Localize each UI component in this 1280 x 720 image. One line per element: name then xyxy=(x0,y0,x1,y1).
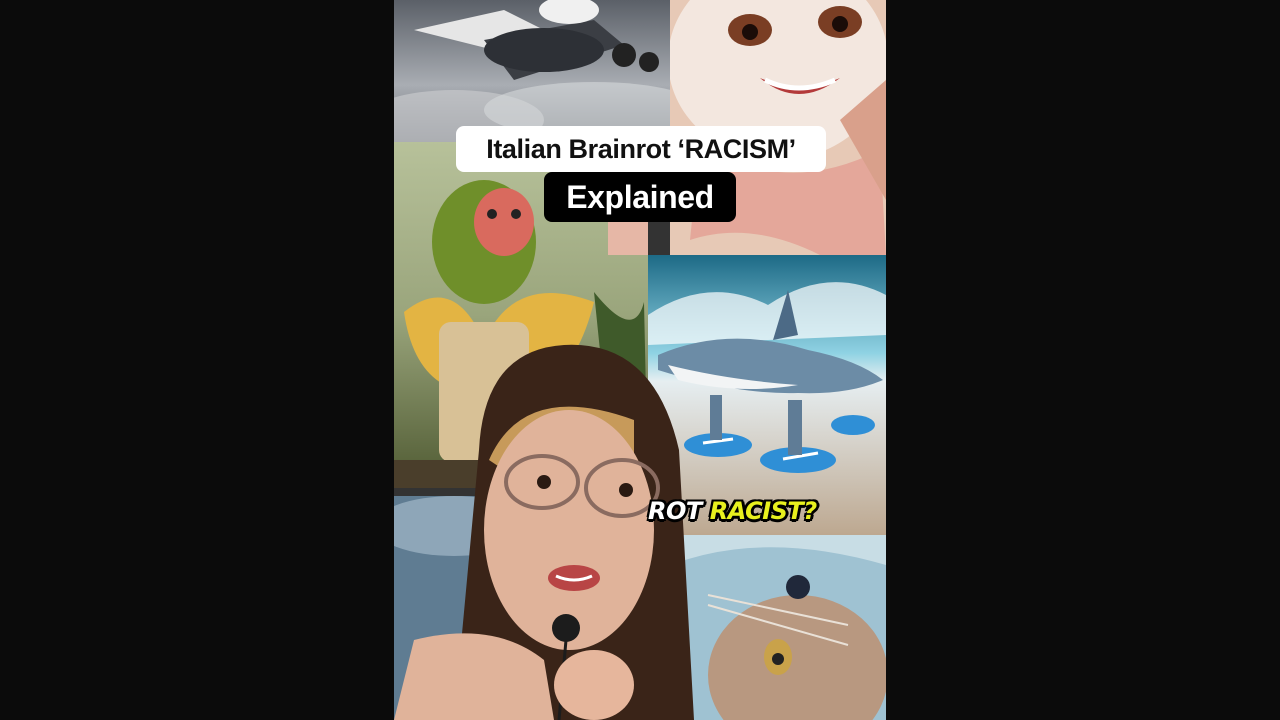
flying-bomber-plane-image xyxy=(394,0,674,142)
video-title-line2: Explained xyxy=(544,172,736,222)
video-frame[interactable] xyxy=(394,0,886,720)
subtitle-caption: ROT RACIST? xyxy=(648,494,817,528)
caption-word-white: ROT xyxy=(648,497,702,525)
letterbox-background: Italian Brainrot ‘RACISM’ Explained ROT … xyxy=(0,0,1280,720)
video-title-line1: Italian Brainrot ‘RACISM’ xyxy=(456,126,826,172)
caption-word-highlight: RACIST? xyxy=(709,497,817,525)
presenter-woman-image xyxy=(394,340,724,720)
